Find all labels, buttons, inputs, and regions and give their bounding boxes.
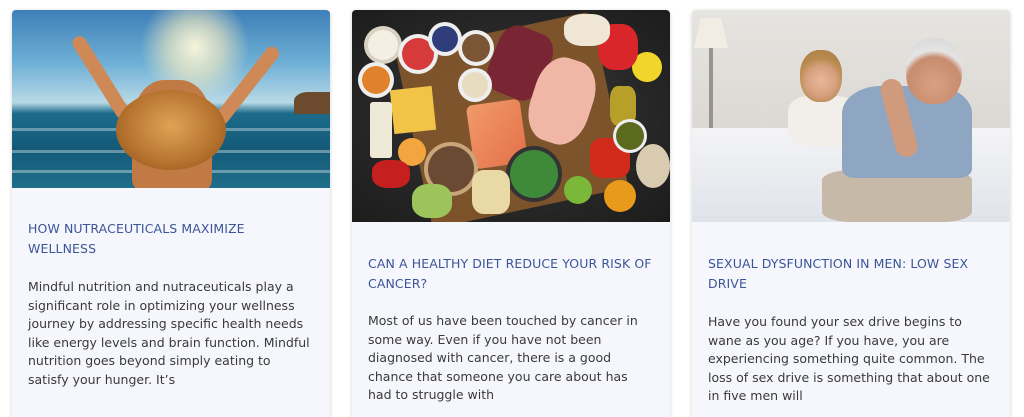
- card-image[interactable]: [692, 10, 1010, 222]
- card-title[interactable]: SEXUAL DYSFUNCTION IN MEN: LOW SEX DRIVE: [692, 254, 1010, 294]
- person-hair: [116, 90, 226, 170]
- card-title[interactable]: CAN A HEALTHY DIET REDUCE YOUR RISK OF C…: [352, 254, 670, 294]
- man-head: [906, 38, 962, 104]
- grapes: [412, 184, 452, 218]
- blog-card[interactable]: CAN A HEALTHY DIET REDUCE YOUR RISK OF C…: [352, 10, 670, 417]
- bowl-greens: [510, 150, 558, 198]
- bowl-strawberries: [402, 38, 434, 70]
- woman-head: [800, 50, 842, 102]
- eggs: [564, 14, 610, 46]
- card-image[interactable]: [12, 10, 330, 188]
- beans-pile: [636, 144, 670, 188]
- bowl-blueberries: [432, 26, 458, 52]
- lamp-shade: [694, 18, 728, 48]
- blog-card-grid: HOW NUTRACEUTICALS MAXIMIZE WELLNESS Min…: [0, 0, 1024, 417]
- card-excerpt: Most of us have been touched by cancer i…: [368, 313, 638, 402]
- card-excerpt: Have you found your sex drive begins to …: [708, 314, 990, 403]
- bowl-peas: [616, 122, 644, 150]
- bowl-grains: [462, 72, 488, 98]
- person-arm: [69, 33, 133, 122]
- blog-card[interactable]: SEXUAL DYSFUNCTION IN MEN: LOW SEX DRIVE…: [692, 10, 1010, 417]
- cherry-tomatoes: [372, 160, 410, 188]
- bowl-nuts: [462, 34, 490, 62]
- cliff: [294, 92, 330, 114]
- card-title[interactable]: HOW NUTRACEUTICALS MAXIMIZE WELLNESS: [12, 219, 330, 259]
- tofu: [370, 102, 392, 158]
- olive-oil-bottle: [610, 86, 636, 126]
- card-excerpt: Mindful nutrition and nutraceuticals pla…: [28, 279, 310, 387]
- bowl-lentils: [362, 66, 390, 94]
- bowl-yogurt: [368, 30, 398, 60]
- cheese: [389, 85, 437, 135]
- yellow-pepper: [604, 180, 636, 212]
- card-image[interactable]: [352, 10, 670, 222]
- blog-card[interactable]: HOW NUTRACEUTICALS MAXIMIZE WELLNESS Min…: [12, 10, 330, 417]
- apple: [564, 176, 592, 204]
- bread: [472, 170, 510, 214]
